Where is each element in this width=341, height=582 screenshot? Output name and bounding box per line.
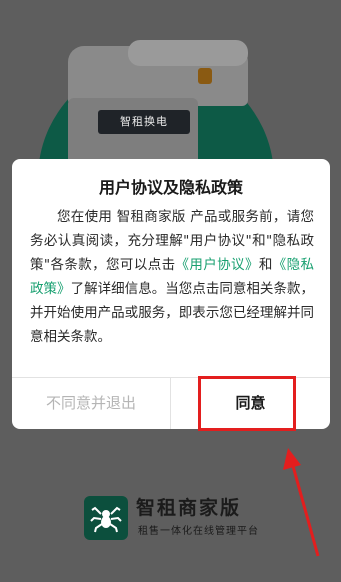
annotation-arrow-icon — [283, 448, 320, 557]
